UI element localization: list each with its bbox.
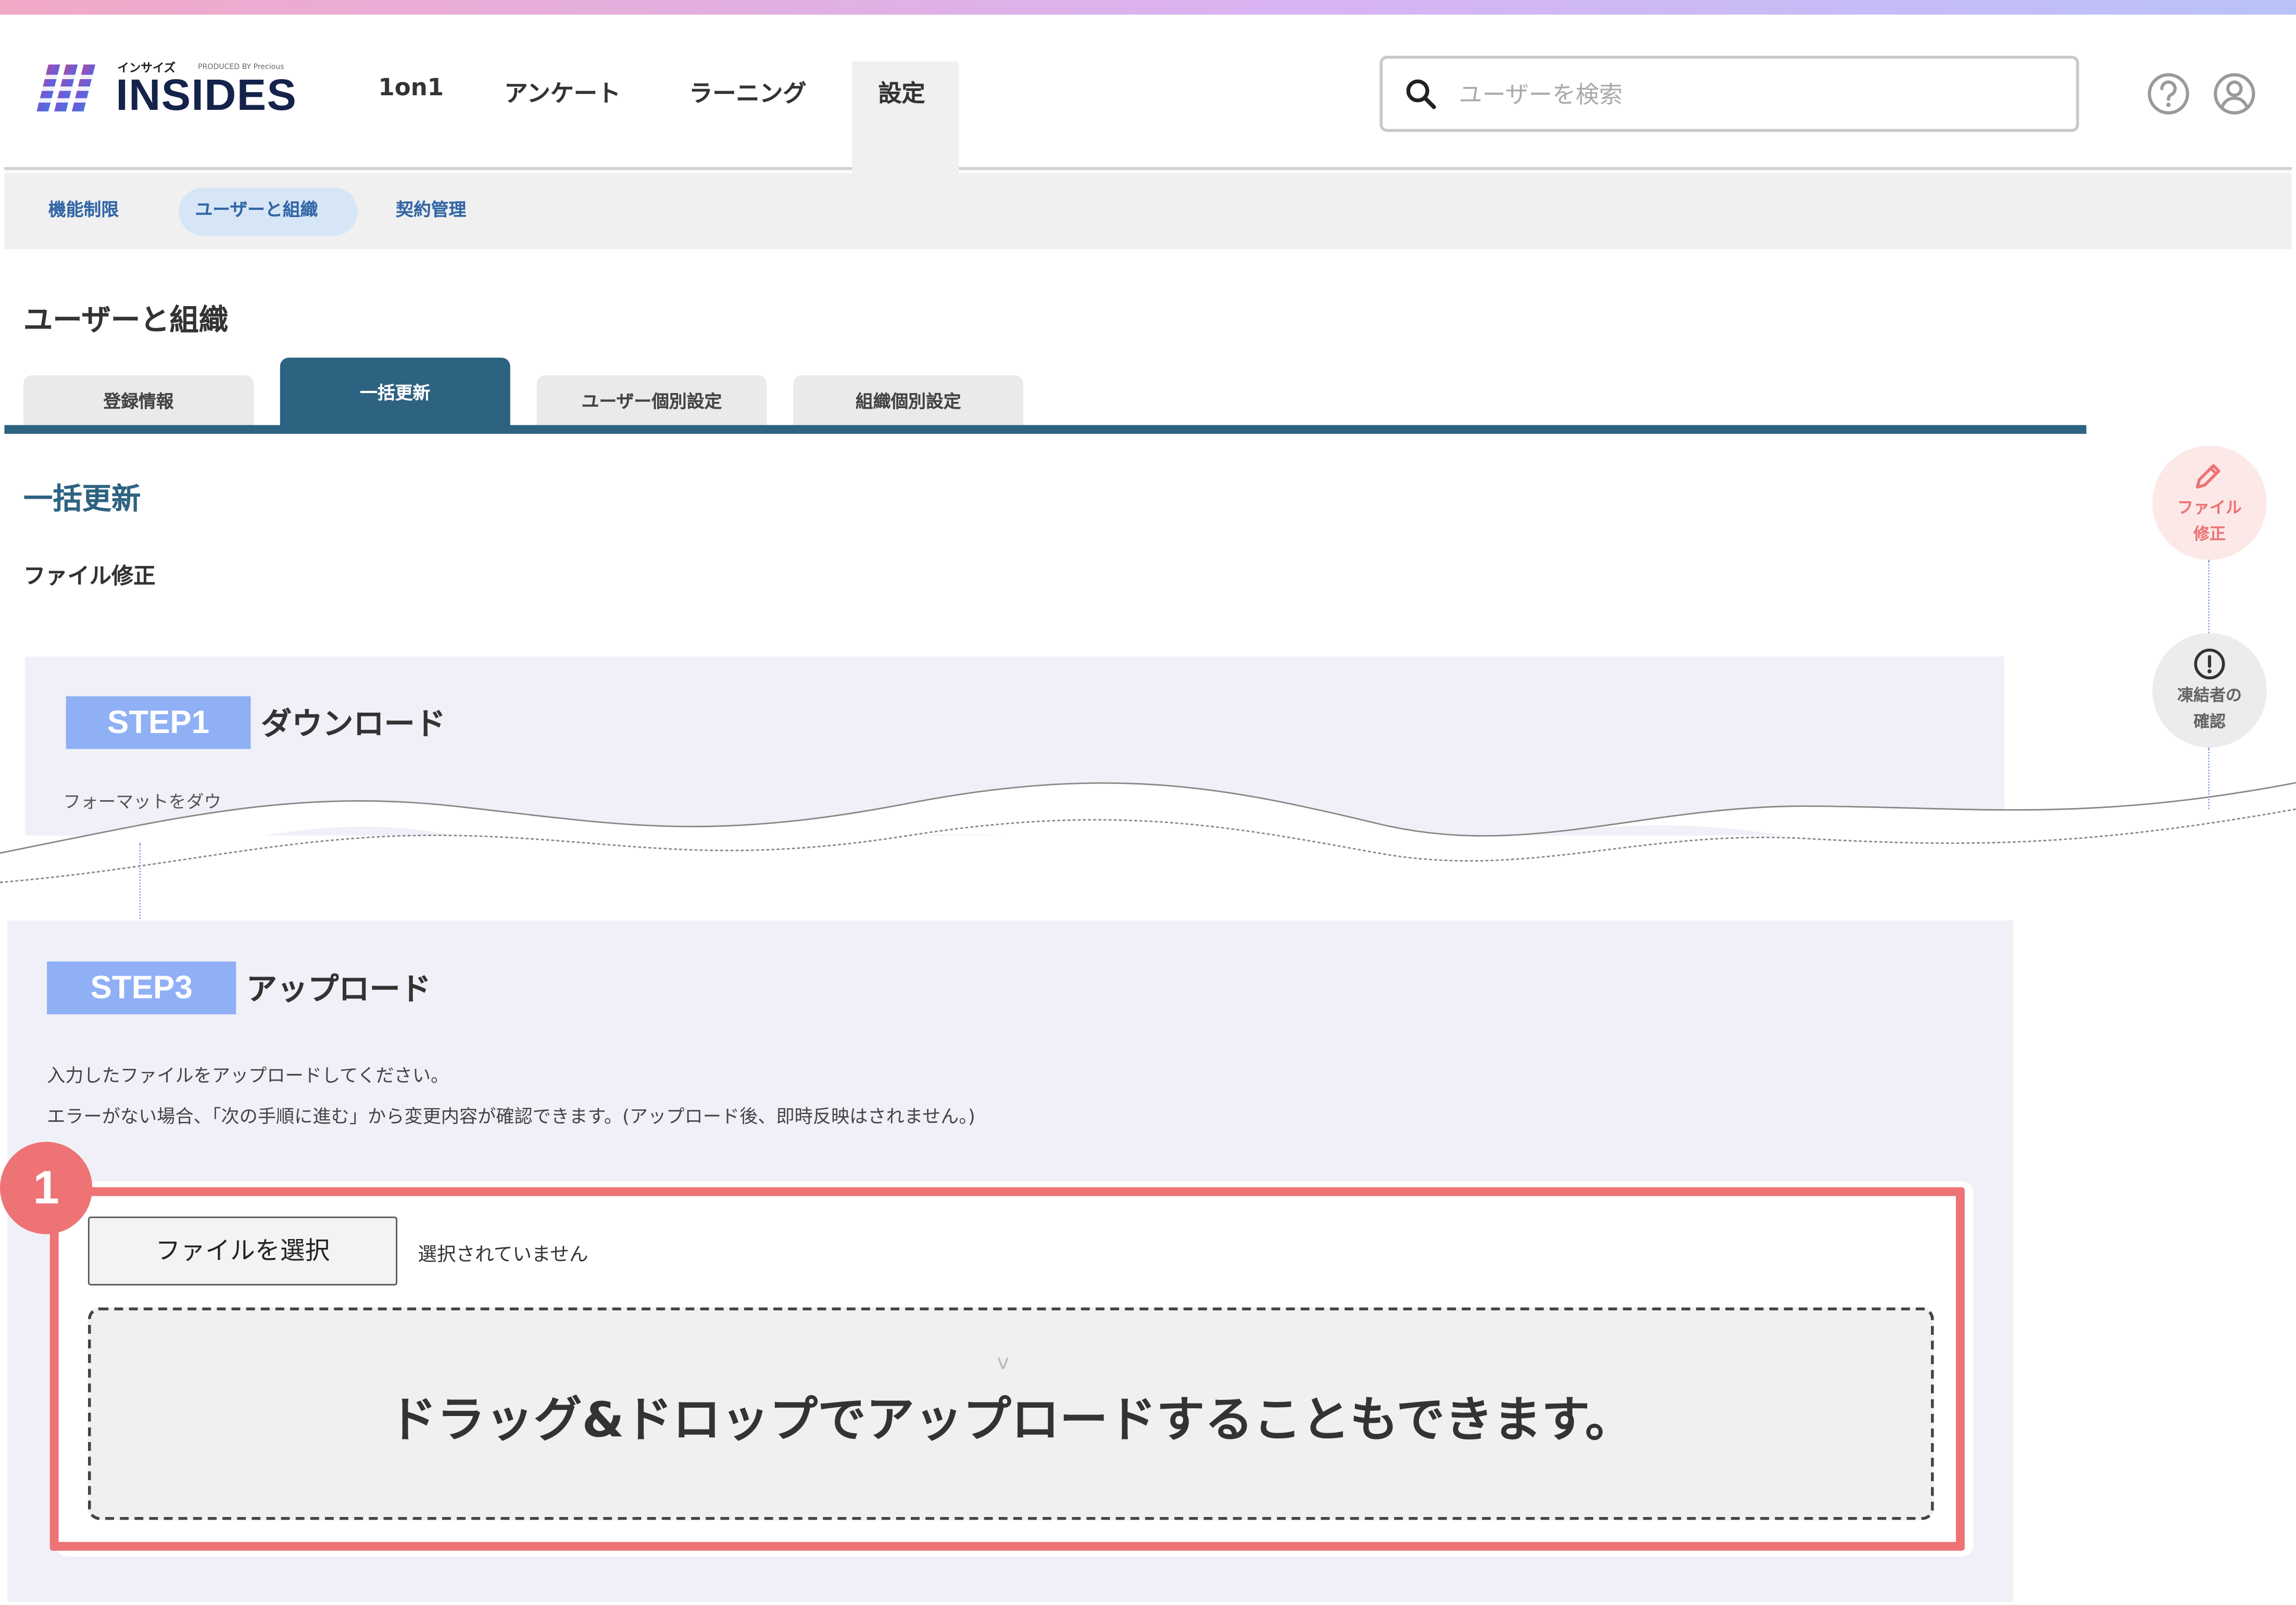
side-step-frozen-check-label-1: 凍結者の [2177,686,2242,705]
search-icon [1406,79,1436,109]
insides-logo[interactable]: インサイズ PRODUCED BY Precious INSIDES [33,59,298,132]
callout-number-badge: 1 [0,1142,93,1234]
step3-description-1: 入力したファイルをアップロードしてください。 [47,1064,449,1086]
subnav-item-feature-limits[interactable]: 機能制限 [48,196,119,221]
settings-subnav: 機能制限 ユーザーと組織 契約管理 [4,173,2292,249]
tab-bulk-update[interactable]: 一括更新 [280,357,510,428]
subnav-item-contract[interactable]: 契約管理 [396,196,466,221]
tab-user-settings[interactable]: ユーザー個別設定 [536,375,767,428]
step1-badge: STEP1 [66,696,251,749]
highlight-frame [49,1187,1965,1551]
subnav-item-users-and-org[interactable]: ユーザーと組織 [195,196,318,221]
logo-produced-by: PRODUCED BY Precious [198,63,284,72]
nav-item-survey[interactable]: アンケート [505,73,621,109]
step3-badge: STEP3 [47,961,236,1015]
section-subtitle: ファイル修正 [23,563,156,589]
nav-item-1on1[interactable]: 1on1 [378,73,444,101]
step-connector-line [139,842,141,919]
user-search-box[interactable] [1379,55,2079,132]
top-gradient-bar [0,0,2296,15]
section-title: 一括更新 [23,481,141,516]
nav-item-settings[interactable]: 設定 [878,73,925,109]
tab-org-settings[interactable]: 組織個別設定 [793,375,1024,428]
tab-underline [4,425,2087,434]
app-header: インサイズ PRODUCED BY Precious INSIDES 1on1 … [4,15,2292,173]
step3-title: アップロード [246,971,431,1007]
side-stepper-connector [2208,560,2210,634]
exclamation-icon [2194,648,2225,679]
side-step-file-fix-label-1: ファイル [2177,498,2242,517]
step3-description-2: エラーがない場合、「次の手順に進む」から変更内容が確認できます。(アップロード後… [47,1105,975,1128]
insides-logo-mark-icon [33,64,102,111]
side-step-file-fix-label-2: 修正 [2193,524,2226,544]
nav-item-learning[interactable]: ラーニング [689,73,806,109]
tab-registration-info[interactable]: 登録情報 [23,375,254,428]
step1-title: ダウンロード [261,706,446,742]
omission-wave-divider [0,782,2296,883]
side-step-file-fix[interactable]: ファイル 修正 [2152,445,2267,560]
help-icon[interactable] [2145,70,2192,117]
side-step-frozen-check[interactable]: 凍結者の 確認 [2152,633,2267,748]
side-stepper-connector-tail [2208,747,2210,810]
user-account-icon[interactable] [2211,70,2258,117]
logo-text: INSIDES [116,71,297,120]
side-step-frozen-check-label-2: 確認 [2193,712,2226,731]
pencil-icon [2195,464,2220,489]
search-input[interactable] [1456,73,2042,115]
page-title: ユーザーと組織 [23,301,229,337]
